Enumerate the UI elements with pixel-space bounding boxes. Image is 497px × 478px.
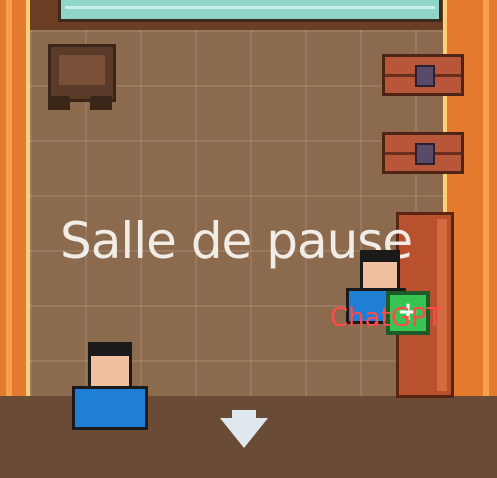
lock-icon [415, 65, 435, 87]
stool [90, 96, 112, 110]
chest[interactable] [382, 132, 464, 174]
player-hair [88, 342, 132, 356]
window [58, 0, 442, 22]
stool [48, 96, 70, 110]
table [48, 44, 116, 102]
lock-icon [415, 143, 435, 165]
down-arrow-icon[interactable] [220, 418, 268, 448]
npc-hair [360, 250, 400, 262]
chest[interactable] [382, 54, 464, 96]
left-wall [0, 0, 30, 400]
player-character [70, 342, 150, 432]
npc-name-label: ChatGPT [330, 303, 443, 333]
player-body [72, 386, 148, 430]
game-scene[interactable]: Salle de pause + ChatGPT [0, 0, 497, 478]
